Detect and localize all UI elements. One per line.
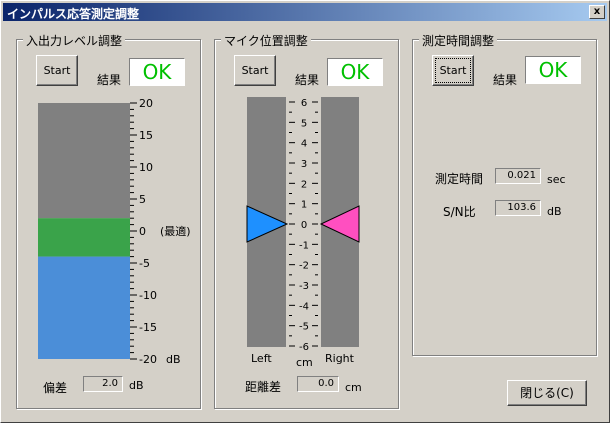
io-result-label: 結果 [97, 73, 122, 87]
mic-tick-label: 6 [301, 98, 307, 109]
meter-band-2 [38, 256, 130, 359]
mic-tick-label: -6 [299, 342, 309, 353]
meter-tick-label: 0 [139, 225, 146, 238]
meter-tick-label: -10 [139, 289, 157, 302]
measure-time-label: 測定時間 [435, 172, 484, 186]
timing-result-label: 結果 [493, 73, 518, 87]
timing-group: 測定時間調整 Start 結果 OK 測定時間 0.021 sec S/N比 1… [412, 32, 597, 356]
mic-start-button[interactable]: Start [234, 55, 276, 86]
timing-start-button[interactable]: Start [432, 55, 474, 86]
meter-tick-label: 5 [139, 193, 146, 206]
distance-unit: cm [345, 381, 362, 394]
io-level-meter: 20 15 10 5 0 -5 -10 -15 -20 dB (最適) [38, 97, 191, 366]
meter-tick-label: 20 [139, 97, 153, 110]
sn-ratio-label: S/N比 [443, 205, 476, 219]
meter-tick-label: -20 [139, 353, 157, 366]
timing-result-value: OK [525, 56, 581, 84]
distance-label: 距離差 [245, 380, 282, 394]
meter-tick-label: -5 [139, 257, 150, 270]
meter-band-1 [38, 218, 130, 257]
mic-result-label: 結果 [295, 73, 320, 87]
mic-position-group: マイク位置調整 Start 結果 OK 6 5 4 3 2 1 0 -1 -2 -3 -4 -5 -6 L… [214, 32, 399, 409]
meter-unit: dB [166, 353, 181, 366]
meter-tick-label: 15 [139, 129, 153, 142]
mic-position-group-label: マイク位置調整 [221, 32, 311, 49]
timing-group-label: 測定時間調整 [419, 32, 498, 49]
close-window-button[interactable]: x [589, 5, 605, 19]
io-result-value: OK [129, 58, 185, 86]
deviation-unit: dB [129, 379, 144, 392]
io-level-group: 入出力レベル調整 Start 結果 OK 20 15 10 5 0 -5 -10 -15 -20… [16, 32, 201, 409]
mic-position-meter: 6 5 4 3 2 1 0 -1 -2 -3 -4 -5 -6 Left Rightcm [246, 97, 360, 369]
left-channel-label: Left [251, 352, 272, 365]
measure-time-unit: sec [547, 173, 566, 186]
meter-tick-label: -15 [139, 321, 157, 334]
meter-band-0 [38, 103, 130, 219]
close-dialog-button[interactable]: 閉じる(C) [507, 380, 587, 406]
mic-tick-label: -5 [299, 322, 309, 333]
io-level-group-label: 入出力レベル調整 [23, 32, 126, 49]
title-bar: インパルス応答測定調整 x [3, 3, 607, 21]
right-channel-label: Right [325, 352, 355, 365]
mic-tick-label: 4 [301, 139, 307, 150]
deviation-field: 2.0 [83, 376, 123, 392]
window-title: インパルス応答測定調整 [7, 7, 140, 21]
sn-ratio-unit: dB [547, 205, 562, 218]
optimal-note: (最適) [160, 224, 191, 238]
mic-result-value: OK [327, 58, 383, 86]
mic-tick-label: 2 [301, 179, 307, 190]
mic-tick-label: 5 [301, 118, 307, 129]
mic-tick-label: -2 [299, 261, 309, 272]
mic-tick-label: 1 [301, 200, 307, 211]
sn-ratio-field: 103.6 [495, 200, 541, 216]
mic-tick-label: -3 [299, 281, 309, 292]
mic-tick-label: -1 [299, 240, 309, 251]
distance-field: 0.0 [297, 376, 339, 392]
io-start-button[interactable]: Start [36, 55, 78, 86]
mic-tick-label: 0 [301, 220, 307, 231]
dialog-window: インパルス応答測定調整 x 入出力レベル調整 Start 結果 OK 20 15 1… [0, 0, 610, 423]
meter-tick-label: 10 [139, 161, 153, 174]
mic-tick-label: -4 [299, 301, 309, 312]
mic-tick-label: 3 [301, 159, 307, 170]
mic-unit-label: cm [296, 356, 313, 369]
deviation-label: 偏差 [43, 381, 68, 395]
measure-time-field: 0.021 [495, 168, 541, 184]
